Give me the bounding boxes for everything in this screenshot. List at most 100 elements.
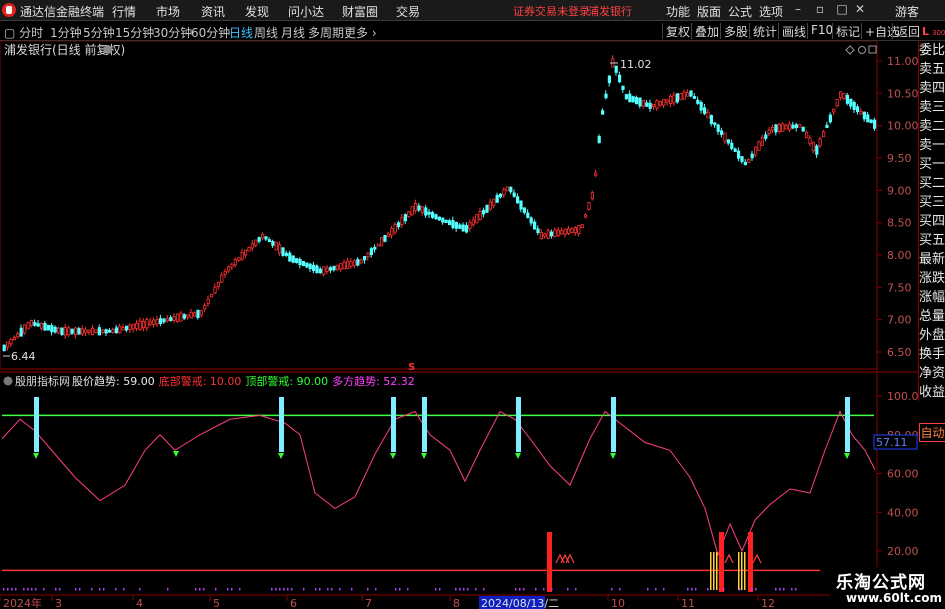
- quote-item-bid4[interactable]: 买四: [919, 212, 945, 231]
- quote-item-outer[interactable]: 外盘: [919, 326, 945, 345]
- candle-body: [359, 259, 363, 264]
- maximize-icon[interactable]: □: [834, 2, 850, 16]
- period-weekly[interactable]: 周线: [254, 24, 278, 41]
- btn-draw[interactable]: 画线: [778, 23, 809, 39]
- period-15min[interactable]: 15分钟: [115, 24, 154, 41]
- btn-adjust[interactable]: 复权: [662, 23, 693, 39]
- menu-trade[interactable]: 交易: [396, 3, 420, 20]
- candle-body: [182, 314, 186, 319]
- menu-function[interactable]: 功能: [666, 3, 690, 20]
- candle-body: [342, 261, 346, 270]
- menu-discover[interactable]: 发现: [245, 3, 269, 20]
- candle-body: [179, 312, 183, 322]
- candle-body: [257, 237, 261, 242]
- btn-multi-stock[interactable]: 多股: [720, 23, 751, 39]
- quote-item-ask5[interactable]: 卖五: [919, 60, 945, 79]
- period-multi[interactable]: 多周期: [308, 24, 344, 41]
- candle-body: [686, 92, 690, 97]
- candle-body: [420, 206, 425, 213]
- quote-item-ask3[interactable]: 卖三: [919, 98, 945, 117]
- candle-body: [97, 327, 101, 336]
- main-y-tick-label: 8.50: [887, 217, 912, 230]
- candle-body: [546, 230, 550, 239]
- trend-line: [1, 410, 876, 557]
- period-60min[interactable]: 60分钟: [191, 24, 230, 41]
- minimize-icon[interactable]: –: [790, 2, 806, 16]
- auto-toggle[interactable]: 自动: [919, 423, 945, 442]
- btn-stats[interactable]: 统计: [749, 23, 780, 39]
- menu-wealth[interactable]: 财富圈: [342, 3, 378, 20]
- volume-dot: [567, 588, 569, 591]
- quote-item-bid1[interactable]: 买一: [919, 155, 945, 174]
- candle-body: [77, 328, 81, 335]
- login-status[interactable]: 证券交易未登录: [513, 3, 590, 19]
- period-1min[interactable]: 1分钟: [50, 24, 82, 41]
- quote-item-ask4[interactable]: 卖四: [919, 79, 945, 98]
- settings-icon[interactable]: [103, 45, 113, 54]
- candle-body: [788, 123, 792, 131]
- quote-item-bid5[interactable]: 买五: [919, 231, 945, 250]
- candle-body: [206, 298, 210, 305]
- current-stock-link[interactable]: 浦发银行: [588, 3, 632, 19]
- indicator-value-item: 底部警戒: 10.00: [159, 374, 242, 388]
- candle-body: [696, 99, 700, 104]
- period-monthly[interactable]: 月线: [281, 24, 305, 41]
- chart-options-icons[interactable]: [845, 45, 877, 55]
- quote-item-volume[interactable]: 总量: [919, 307, 945, 326]
- volume-dot: [75, 588, 77, 591]
- quote-item-change[interactable]: 涨跌: [919, 269, 945, 288]
- candle-body: [444, 219, 448, 223]
- main-y-tick-label: 7.50: [887, 281, 912, 294]
- candle-body: [577, 225, 581, 234]
- menu-layout[interactable]: 版面: [697, 3, 721, 20]
- candle-body: [730, 142, 734, 149]
- menu-news[interactable]: 资讯: [201, 3, 225, 20]
- indicator-settings-icon[interactable]: [3, 376, 13, 386]
- btn-overlay[interactable]: 叠加: [691, 23, 722, 39]
- candle-body: [91, 327, 95, 335]
- candle-body: [301, 260, 306, 267]
- restore-icon[interactable]: ▫: [812, 2, 828, 16]
- candle-body: [764, 134, 768, 139]
- menu-formula[interactable]: 公式: [728, 3, 752, 20]
- volume-dot: [367, 588, 369, 591]
- quote-item-bid-ratio[interactable]: 委比: [919, 41, 945, 60]
- menu-ask[interactable]: 问小达: [288, 3, 324, 20]
- menu-quotes[interactable]: 行情: [112, 3, 136, 20]
- volume-dot: [795, 588, 797, 591]
- volume-dot: [463, 588, 465, 591]
- quote-item-change-pct[interactable]: 涨幅: [919, 288, 945, 307]
- period-5min[interactable]: 5分钟: [83, 24, 115, 41]
- candle-body: [519, 200, 523, 210]
- quote-item-ask1[interactable]: 卖一: [919, 136, 945, 155]
- level-badge: L 300: [922, 25, 945, 38]
- top-alert-arrow: [610, 453, 616, 459]
- candle-body: [859, 110, 863, 115]
- chart-area[interactable]: 浦发银行(日线 前复权) 11.0010.5010.009.509.008.50…: [0, 41, 918, 609]
- close-icon[interactable]: ✕: [852, 2, 868, 16]
- candle-body: [189, 311, 193, 319]
- menu-market[interactable]: 市场: [156, 3, 180, 20]
- x-axis-label: 5: [213, 597, 220, 609]
- period-30min[interactable]: 30分钟: [153, 24, 192, 41]
- quote-item-ask2[interactable]: 卖二: [919, 117, 945, 136]
- candle-body: [84, 329, 88, 334]
- user-guest[interactable]: 游客: [895, 3, 919, 20]
- quote-item-nav[interactable]: 净资: [919, 364, 945, 383]
- quote-item-eps[interactable]: 收益: [919, 383, 945, 402]
- quote-item-turnover[interactable]: 换手: [919, 345, 945, 364]
- volume-dot: [275, 588, 277, 591]
- candle-body: [57, 327, 61, 334]
- volume-dot: [695, 588, 697, 591]
- quote-item-last[interactable]: 最新: [919, 250, 945, 269]
- menu-options[interactable]: 选项: [759, 3, 783, 20]
- period-daily[interactable]: 日线: [229, 24, 253, 41]
- quote-item-bid3[interactable]: 买三: [919, 193, 945, 212]
- volume-dot: [647, 588, 649, 591]
- btn-mark[interactable]: 标记: [832, 23, 863, 39]
- volume-dot: [483, 588, 485, 591]
- quote-item-bid2[interactable]: 买二: [919, 174, 945, 193]
- period-more[interactable]: 更多 ›: [344, 24, 377, 41]
- period-intraday[interactable]: ▢ 分时: [4, 24, 43, 41]
- volume-dot: [167, 588, 169, 591]
